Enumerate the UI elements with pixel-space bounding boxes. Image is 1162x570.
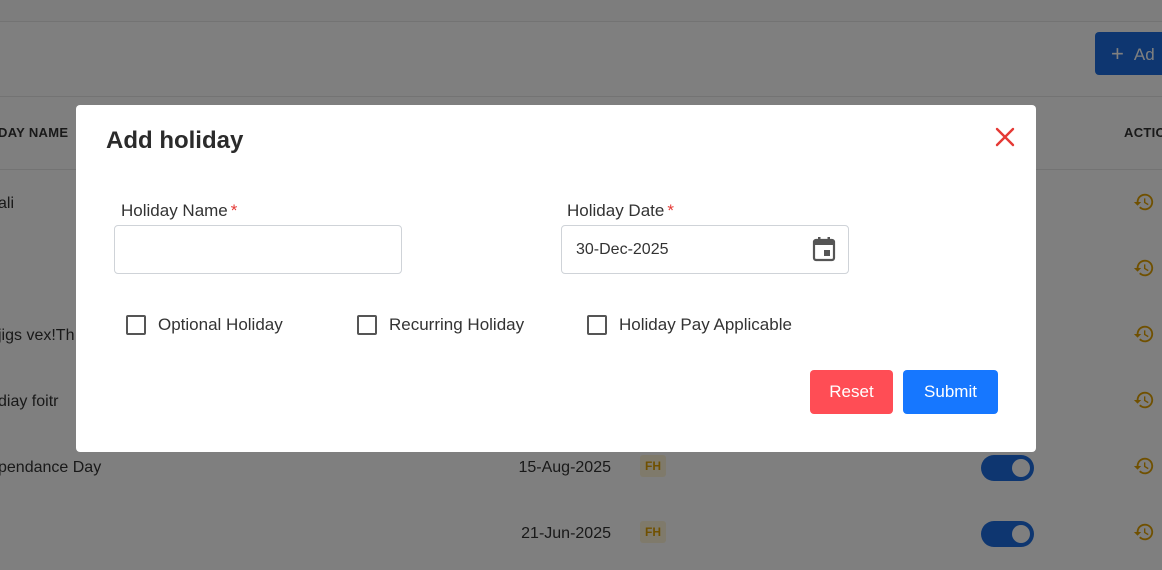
holiday-name-label-text: Holiday Name	[121, 201, 228, 220]
modal-title: Add holiday	[106, 127, 244, 154]
recurring-holiday-checkbox[interactable]	[357, 315, 377, 335]
holiday-name-input[interactable]	[114, 225, 402, 274]
holiday-pay-checkbox[interactable]	[587, 315, 607, 335]
holiday-date-label-text: Holiday Date	[567, 201, 665, 220]
recurring-holiday-label: Recurring Holiday	[389, 315, 525, 334]
reset-button[interactable]: Reset	[810, 370, 893, 414]
holiday-date-input[interactable]	[561, 225, 849, 274]
optional-holiday-label: Optional Holiday	[158, 315, 283, 334]
add-holiday-modal: Add holiday Holiday Name * Holiday Date * …	[76, 105, 1036, 452]
holiday-date-label: Holiday Date *	[567, 201, 674, 221]
required-mark: *	[230, 201, 238, 220]
optional-holiday-checkbox[interactable]	[126, 315, 146, 335]
submit-button[interactable]: Submit	[903, 370, 998, 414]
holiday-name-label: Holiday Name *	[121, 201, 237, 221]
calendar-icon[interactable]	[812, 236, 836, 262]
required-mark: *	[667, 201, 674, 220]
close-icon[interactable]	[994, 126, 1016, 148]
holiday-pay-label: Holiday Pay Applicable	[619, 315, 792, 334]
